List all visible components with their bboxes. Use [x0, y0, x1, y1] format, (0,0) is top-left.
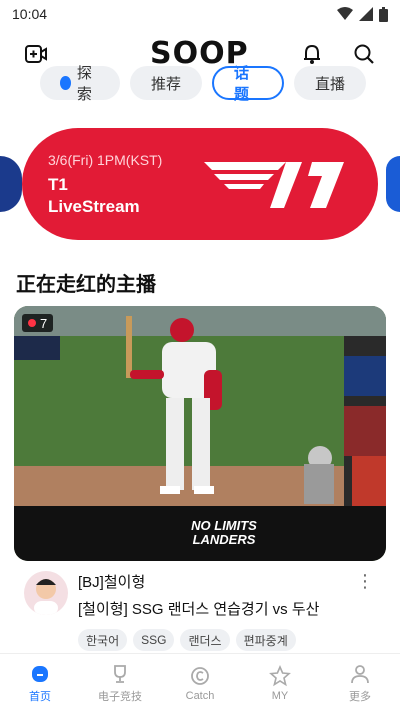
- status-time: 10:04: [12, 6, 48, 22]
- tab-topic[interactable]: 话题: [212, 65, 284, 103]
- person-icon: [351, 664, 369, 683]
- t1-logo-icon: [204, 162, 344, 208]
- star-icon: [269, 664, 291, 686]
- banner-next-peek[interactable]: [386, 156, 400, 212]
- nav-catch[interactable]: Catch: [160, 654, 240, 712]
- stream-info[interactable]: [BJ]철이형 [철이형] SSG 랜더스 연습경기 vs 두산 ⋮ 한국어 S…: [0, 565, 400, 655]
- viewer-count-badge: 7: [22, 314, 54, 332]
- avatar[interactable]: [24, 571, 68, 615]
- tab-live[interactable]: 直播: [294, 66, 366, 100]
- tag-chip[interactable]: SSG: [133, 629, 175, 651]
- banner-title-line1: T1: [48, 175, 68, 194]
- nav-label: MY: [271, 689, 289, 702]
- tab-label: 话题: [234, 65, 250, 103]
- tab-label: 探索: [76, 65, 92, 103]
- bell-icon[interactable]: [298, 40, 326, 68]
- nav-home[interactable]: 首页: [0, 654, 80, 712]
- tab-explore[interactable]: 探索: [40, 65, 120, 103]
- nav-label: 电子竞技: [98, 690, 142, 703]
- category-tabs: 探索 推荐 话题 直播: [0, 65, 400, 103]
- search-icon[interactable]: [350, 40, 378, 68]
- banner-date: 3/6(Fri) 1PM(KST): [48, 152, 163, 168]
- banner-title: T1 LiveStream: [48, 174, 140, 218]
- tab-label: 推荐: [150, 75, 181, 93]
- banner-prev-peek[interactable]: [0, 156, 22, 212]
- tag-chip[interactable]: 한국어: [78, 629, 128, 651]
- status-icons: [337, 6, 388, 22]
- tab-recommend[interactable]: 推荐: [130, 66, 202, 100]
- signal-icon: [359, 7, 373, 21]
- bottom-nav: 首页 电子竞技 Catch MY 更多: [0, 653, 400, 712]
- wifi-icon: [337, 7, 353, 20]
- nav-more[interactable]: 更多: [320, 654, 400, 712]
- catch-icon: [191, 666, 209, 685]
- nav-label: Catch: [185, 689, 215, 702]
- battery-icon: [379, 6, 388, 22]
- video-overlay-text: NO LIMITS LANDERS: [191, 518, 257, 547]
- explore-icon: [60, 76, 71, 90]
- trophy-icon: [114, 664, 126, 683]
- home-icon: [32, 665, 48, 682]
- live-dot-icon: [28, 319, 36, 327]
- tag-chip[interactable]: 랜더스: [180, 629, 230, 651]
- broadcast-add-icon[interactable]: [22, 40, 50, 68]
- promo-banner[interactable]: 3/6(Fri) 1PM(KST) T1 LiveStream: [22, 128, 378, 240]
- nav-label: 更多: [349, 690, 371, 703]
- section-title: 正在走红的主播: [16, 274, 156, 296]
- streamer-name[interactable]: [BJ]철이형: [78, 571, 145, 592]
- tag-chip[interactable]: 편파중계: [235, 629, 296, 651]
- tab-label: 直播: [314, 75, 345, 93]
- banner-carousel[interactable]: 3/6(Fri) 1PM(KST) T1 LiveStream: [0, 128, 400, 240]
- status-bar: 10:04: [0, 0, 400, 28]
- banner-title-line2: LiveStream: [48, 197, 140, 216]
- more-options-icon[interactable]: ⋮: [356, 571, 374, 592]
- nav-my[interactable]: MY: [240, 654, 320, 712]
- tag-list: 한국어 SSG 랜더스 편파중계: [78, 629, 296, 651]
- stream-title[interactable]: [철이형] SSG 랜더스 연습경기 vs 두산: [78, 598, 319, 619]
- nav-label: 首页: [29, 690, 51, 703]
- nav-esports[interactable]: 电子竞技: [80, 654, 160, 712]
- live-video-thumbnail[interactable]: 7 NO LIMITS LANDERS: [14, 306, 386, 561]
- viewer-count: 7: [40, 315, 48, 331]
